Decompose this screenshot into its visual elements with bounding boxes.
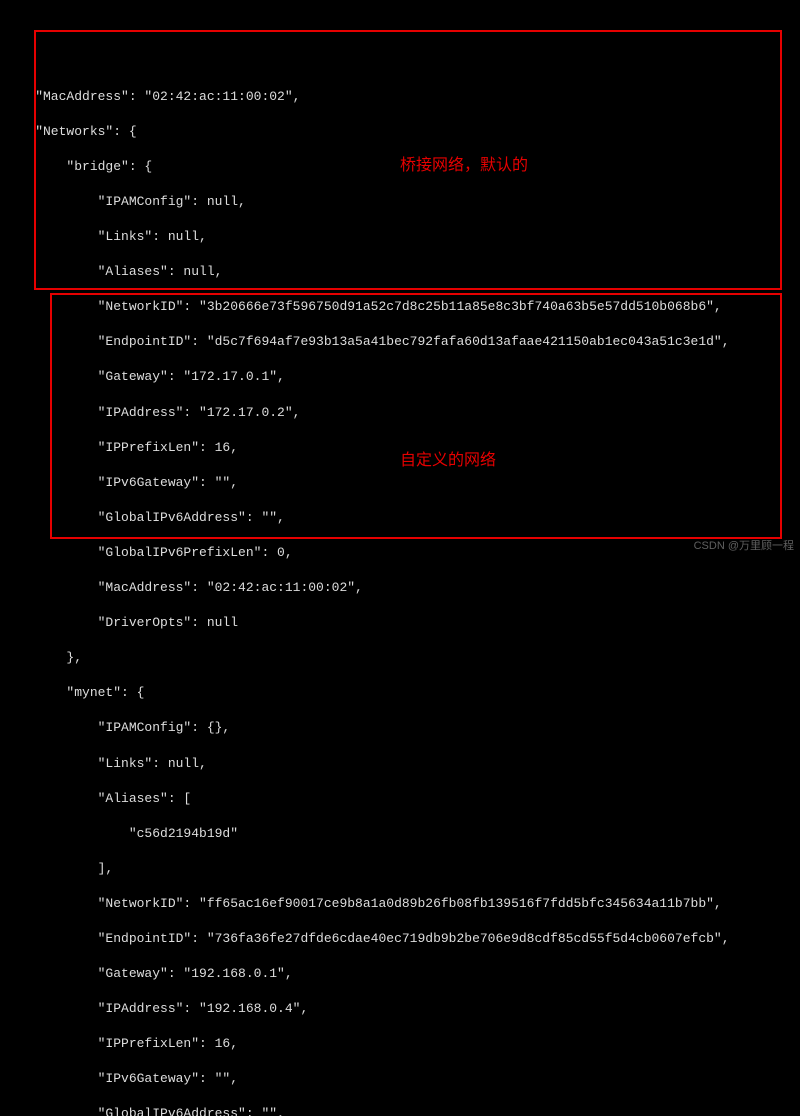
code-line: "IPAMConfig": {},: [4, 719, 796, 737]
code-line: "Aliases": [: [4, 790, 796, 808]
code-line: "NetworkID": "ff65ac16ef90017ce9b8a1a0d8…: [4, 895, 796, 913]
code-line: "EndpointID": "736fa36fe27dfde6cdae40ec7…: [4, 930, 796, 948]
code-line: "GlobalIPv6Address": "",: [4, 509, 796, 527]
code-line: "NetworkID": "3b20666e73f596750d91a52c7d…: [4, 298, 796, 316]
code-line: "IPAddress": "172.17.0.2",: [4, 404, 796, 422]
code-line: "Links": null,: [4, 228, 796, 246]
code-line: "Aliases": null,: [4, 263, 796, 281]
code-line: "GlobalIPv6PrefixLen": 0,: [4, 544, 796, 562]
code-line-mynet-header: "mynet": {: [4, 684, 796, 702]
code-line: "MacAddress": "02:42:ac:11:00:02",: [4, 88, 796, 106]
terminal-output: "MacAddress": "02:42:ac:11:00:02", "Netw…: [0, 70, 800, 1116]
code-line: "IPv6Gateway": "",: [4, 1070, 796, 1088]
code-line: "c56d2194b19d": [4, 825, 796, 843]
watermark: CSDN @万里顾一程: [694, 539, 794, 554]
code-line: "IPAddress": "192.168.0.4",: [4, 1000, 796, 1018]
code-line-bridge-header: "bridge": {: [4, 158, 796, 176]
code-line: "Gateway": "192.168.0.1",: [4, 965, 796, 983]
code-line: "MacAddress": "02:42:ac:11:00:02",: [4, 579, 796, 597]
code-line: "IPAMConfig": null,: [4, 193, 796, 211]
code-line: "IPPrefixLen": 16,: [4, 439, 796, 457]
code-line: "GlobalIPv6Address": "",: [4, 1105, 796, 1116]
code-line: "Links": null,: [4, 755, 796, 773]
code-line: "IPv6Gateway": "",: [4, 474, 796, 492]
code-line: ],: [4, 860, 796, 878]
code-line: },: [4, 649, 796, 667]
code-line: "Networks": {: [4, 123, 796, 141]
code-line: "EndpointID": "d5c7f694af7e93b13a5a41bec…: [4, 333, 796, 351]
code-line: "IPPrefixLen": 16,: [4, 1035, 796, 1053]
code-line: "DriverOpts": null: [4, 614, 796, 632]
code-line: "Gateway": "172.17.0.1",: [4, 368, 796, 386]
